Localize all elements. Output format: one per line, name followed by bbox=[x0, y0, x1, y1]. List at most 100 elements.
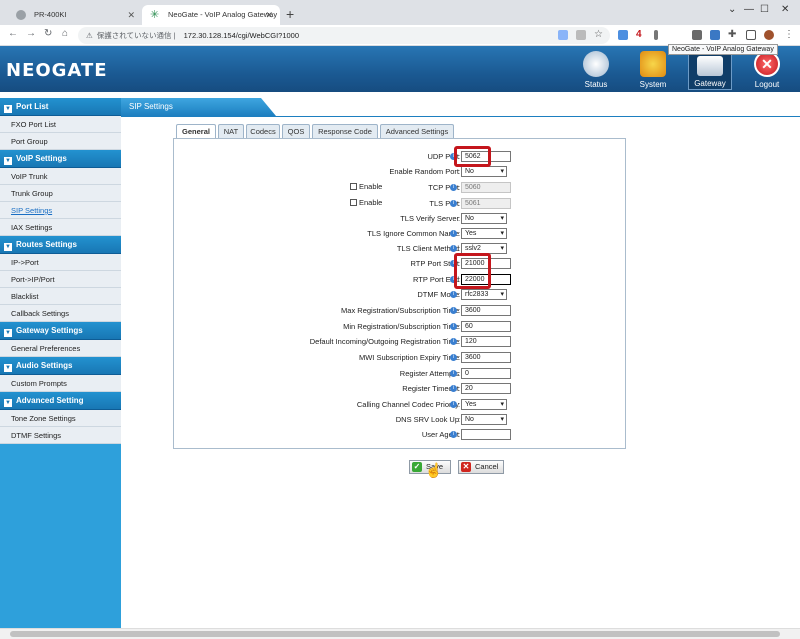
tcp-enable-checkbox[interactable]: Enable bbox=[350, 182, 382, 191]
forward-icon[interactable]: → bbox=[26, 28, 36, 39]
info-icon[interactable]: i bbox=[450, 354, 457, 361]
tls-ignore-common-name-select[interactable]: Yes bbox=[461, 228, 507, 239]
sidebar-section-advanced-setting[interactable]: ▼ Advanced Setting bbox=[0, 392, 121, 410]
tls-port-input[interactable] bbox=[461, 198, 511, 209]
sidebar-item-tone-zone-settings[interactable]: Tone Zone Settings bbox=[0, 410, 121, 427]
register-timeout-input[interactable] bbox=[461, 383, 511, 394]
info-icon[interactable]: i bbox=[450, 385, 457, 392]
cancel-button[interactable]: ✕ Cancel bbox=[458, 460, 504, 474]
sidebar-item-sip-settings[interactable]: SIP Settings bbox=[0, 202, 121, 219]
register-attempts-input[interactable] bbox=[461, 368, 511, 379]
nav-status[interactable]: Status bbox=[574, 49, 618, 90]
tab-advanced-settings[interactable]: Advanced Settings bbox=[380, 124, 454, 138]
tab-nat[interactable]: NAT bbox=[218, 124, 244, 138]
max-registration-input[interactable] bbox=[461, 305, 511, 316]
extension-icon[interactable] bbox=[692, 30, 702, 40]
user-agent-input[interactable] bbox=[461, 429, 511, 440]
close-tab-icon[interactable]: ✕ bbox=[265, 5, 273, 25]
sidebar-item-general-preferences[interactable]: General Preferences bbox=[0, 340, 121, 357]
chevron-down-icon[interactable]: ⌄ bbox=[728, 4, 736, 15]
codec-priority-select[interactable]: Yes bbox=[461, 399, 507, 410]
horizontal-scrollbar[interactable] bbox=[0, 628, 800, 639]
back-icon[interactable]: ← bbox=[8, 28, 18, 39]
info-icon[interactable]: i bbox=[450, 307, 457, 314]
info-icon[interactable]: i bbox=[450, 245, 457, 252]
info-icon[interactable]: i bbox=[450, 401, 457, 408]
tls-enable-checkbox[interactable]: Enable bbox=[350, 198, 382, 207]
maximize-icon[interactable]: ☐ bbox=[760, 4, 769, 15]
min-registration-input[interactable] bbox=[461, 321, 511, 332]
home-icon[interactable]: ⌂ bbox=[62, 28, 68, 39]
scrollbar-thumb[interactable] bbox=[10, 631, 780, 637]
pin-icon[interactable] bbox=[654, 30, 658, 40]
tab-favicon bbox=[16, 10, 26, 20]
dns-srv-row: DNS SRV Look Up : No bbox=[174, 414, 627, 426]
sidebar-item-iax-settings[interactable]: IAX Settings bbox=[0, 219, 121, 236]
field-label: Enable Random Port bbox=[389, 167, 459, 176]
minimize-icon[interactable]: — bbox=[744, 4, 754, 15]
rtp-port-start-row: RTP Port Start i : bbox=[174, 258, 627, 270]
tcp-port-input[interactable] bbox=[461, 182, 511, 193]
sidebar-item-callback-settings[interactable]: Callback Settings bbox=[0, 305, 121, 322]
field-label: Min Registration/Subscription Time bbox=[343, 322, 459, 331]
cancel-label: Cancel bbox=[475, 462, 499, 471]
browser-tab-pr400ki[interactable]: PR-400KI ✕ bbox=[8, 5, 142, 25]
translate-icon[interactable] bbox=[558, 30, 568, 40]
dns-srv-select[interactable]: No bbox=[461, 414, 507, 425]
sidebar-item-blacklist[interactable]: Blacklist bbox=[0, 288, 121, 305]
sidebar-item-dtmf-settings[interactable]: DTMF Settings bbox=[0, 427, 121, 444]
checkbox[interactable] bbox=[350, 183, 357, 190]
close-window-icon[interactable]: ✕ bbox=[781, 4, 789, 15]
sidebar-item-fxo-port-list[interactable]: FXO Port List bbox=[0, 116, 121, 133]
dtmf-mode-select[interactable]: rfc2833 bbox=[461, 289, 507, 300]
star-icon[interactable]: ☆ bbox=[594, 30, 604, 40]
info-icon[interactable]: i bbox=[450, 431, 457, 438]
info-icon[interactable]: i bbox=[450, 291, 457, 298]
url-field[interactable]: ⚠ 保護されていない通信 | 172.30.128.154/cgi/WebCGI?… bbox=[78, 27, 610, 44]
browser-tab-neogate[interactable]: ✳ NeoGate - VoIP Analog Gateway ✕ bbox=[142, 5, 280, 25]
new-tab-icon[interactable]: + bbox=[286, 6, 294, 22]
sidebar-item-port-ip-port[interactable]: Port->IP/Port bbox=[0, 271, 121, 288]
checkbox[interactable] bbox=[350, 199, 357, 206]
enable-random-port-select[interactable]: No bbox=[461, 166, 507, 177]
info-icon[interactable]: i bbox=[450, 230, 457, 237]
tab-codecs[interactable]: Codecs bbox=[246, 124, 280, 138]
nav-system[interactable]: System bbox=[631, 49, 675, 90]
tab-general[interactable]: General bbox=[176, 124, 216, 139]
avatar[interactable] bbox=[764, 30, 774, 40]
menu-icon[interactable]: ⋮ bbox=[784, 30, 794, 40]
tab-response-code[interactable]: Response Code bbox=[312, 124, 378, 138]
info-icon[interactable]: i bbox=[450, 370, 457, 377]
sidebar-section-port-list[interactable]: ▼ Port List bbox=[0, 98, 121, 116]
field-label: TLS Ignore Common Name bbox=[367, 229, 459, 238]
puzzle-icon[interactable]: ✚ bbox=[728, 30, 738, 40]
extension-icon[interactable] bbox=[618, 30, 628, 40]
sidepanel-icon[interactable] bbox=[746, 30, 756, 40]
sidebar-item-ip-port[interactable]: IP->Port bbox=[0, 254, 121, 271]
sidebar-item-custom-prompts[interactable]: Custom Prompts bbox=[0, 375, 121, 392]
colon: : bbox=[458, 199, 461, 208]
info-icon[interactable]: i bbox=[450, 200, 457, 207]
sidebar-section-gateway-settings[interactable]: ▼ Gateway Settings bbox=[0, 322, 121, 340]
sidebar-item-port-group[interactable]: Port Group bbox=[0, 133, 121, 150]
nav-logout[interactable]: ✕ Logout bbox=[745, 49, 789, 90]
extension-icon[interactable] bbox=[710, 30, 720, 40]
reload-icon[interactable]: ↻ bbox=[44, 28, 52, 39]
mwi-expiry-input[interactable] bbox=[461, 352, 511, 363]
info-icon[interactable]: i bbox=[450, 338, 457, 345]
tls-verify-server-select[interactable]: No bbox=[461, 213, 507, 224]
tab-qos[interactable]: QOS bbox=[282, 124, 310, 138]
triangle-down-icon: ▼ bbox=[4, 399, 12, 407]
default-registration-input[interactable] bbox=[461, 336, 511, 347]
share-icon[interactable] bbox=[576, 30, 586, 40]
info-icon[interactable]: i bbox=[450, 323, 457, 330]
nav-gateway[interactable]: Gateway bbox=[688, 49, 732, 90]
sidebar-item-voip-trunk[interactable]: VoIP Trunk bbox=[0, 168, 121, 185]
sidebar-section-routes-settings[interactable]: ▼ Routes Settings bbox=[0, 236, 121, 254]
extension-badge[interactable]: 4 bbox=[636, 30, 646, 40]
close-tab-icon[interactable]: ✕ bbox=[127, 5, 135, 25]
sidebar-section-audio-settings[interactable]: ▼ Audio Settings bbox=[0, 357, 121, 375]
info-icon[interactable]: i bbox=[450, 184, 457, 191]
sidebar-item-trunk-group[interactable]: Trunk Group bbox=[0, 185, 121, 202]
sidebar-section-voip-settings[interactable]: ▼ VoIP Settings bbox=[0, 150, 121, 168]
